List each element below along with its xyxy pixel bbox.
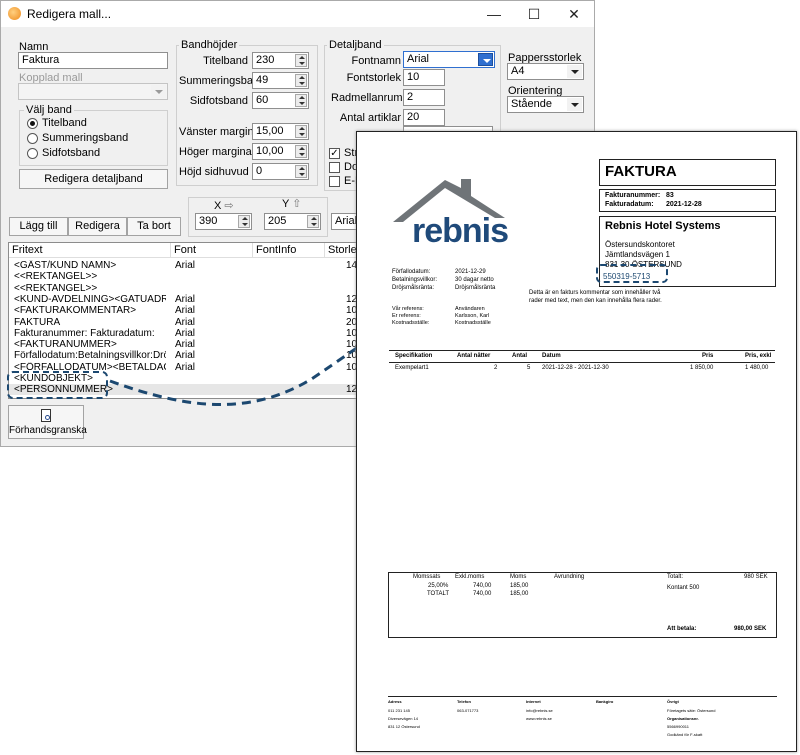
- th-antal-natter: Antal nätter: [457, 353, 491, 359]
- footer-ovrigt-3: 5566990011: [667, 724, 689, 729]
- td-antal-natter: 2: [494, 365, 498, 371]
- td-datum: 2021-12-28 - 2021-12-30: [542, 365, 609, 371]
- invoice-date-label: Fakturadatum:: [605, 201, 654, 208]
- footer-adress-2: Diversevägen 14: [388, 716, 419, 721]
- th-pris: Pris: [702, 353, 714, 359]
- footer-ovrigt-1: Företagets säte: Östersund: [667, 708, 716, 713]
- th-pris-exkl: Pris, exkl: [745, 353, 772, 359]
- sum-header-moms: Moms: [510, 574, 527, 580]
- footer-adress-1: 011 231 145: [388, 708, 410, 713]
- footer-internet-1: info@rebnis.se: [526, 708, 553, 713]
- terms-value-forfallodatum: 2021-12-29: [455, 269, 486, 275]
- sum-row1-exkl: 740,00: [473, 583, 492, 589]
- address-line-1: Östersundskontoret: [605, 240, 675, 249]
- terms-label-forfallodatum: Förfallodatum:: [392, 269, 431, 275]
- total-label: Totalt:: [667, 574, 684, 580]
- highlight-personnummer-preview: [596, 264, 668, 283]
- terms-labels: Förfallodatum: Betalningsvillkor: Dröjsm…: [392, 268, 437, 292]
- sum-header-momssats: Momssats: [413, 574, 441, 580]
- sum-header-avrundning: Avrundning: [554, 574, 585, 580]
- footer-ovrigt-2: Organisationsnr.: [667, 716, 699, 721]
- terms-values: 2021-12-29 30 dagar netto Dröjsmålsränta: [455, 268, 495, 292]
- footer-header-ovrigt: Övrigt: [667, 699, 679, 704]
- th-specifikation: Specifikation: [395, 353, 433, 359]
- footer-ovrigt-4: Godkänd för F-skatt: [667, 732, 703, 737]
- logo-text: rebnis: [412, 212, 509, 250]
- td-pris: 1 850,00: [690, 365, 714, 371]
- terms-value-drojsmalsranta: Dröjsmålsränta: [455, 285, 496, 291]
- ref-value-var: Användaren: [455, 306, 485, 312]
- footer-telefon-1: 063-071773: [457, 708, 479, 713]
- table-header-line: [389, 362, 775, 363]
- address-line-2: Jämtlandsvägen 1: [605, 250, 670, 259]
- ref-label-kostnadsstalle: Kostnadsställe:: [392, 320, 430, 326]
- invoice-preview: rebnis FAKTURA Fakturanummer: 83 Faktura…: [356, 131, 797, 752]
- table-top-line: [389, 350, 775, 351]
- footer-header-telefon: Telefon: [457, 699, 471, 704]
- invoice-comment: Detta är en fakturs kommentar som innehå…: [529, 289, 662, 305]
- comment-line-1: Detta är en fakturs kommentar som innehå…: [529, 290, 661, 296]
- summary-band: [388, 572, 777, 638]
- sum-row1-moms: 185,00: [510, 583, 529, 589]
- footer-header-bankgiro: Bankgiro: [596, 699, 614, 704]
- sum-row2-label: TOTALT: [427, 591, 450, 597]
- invoice-title: FAKTURA: [605, 163, 677, 180]
- ref-values: Användaren Karlsson, Karl Kostnadsställe: [455, 306, 491, 327]
- td-pris-exkl: 1 480,00: [745, 365, 769, 371]
- sum-header-exklmoms: Exkl.moms: [455, 574, 485, 580]
- th-datum: Datum: [542, 353, 561, 359]
- invoice-date-value: 2021-12-28: [666, 201, 702, 208]
- sum-row2-exkl: 740,00: [473, 591, 492, 597]
- terms-label-betalningsvillkor: Betalningsvillkor:: [392, 277, 438, 283]
- sum-row1-rate: 25,00%: [428, 583, 449, 589]
- footer-adress-3: 831 12 Östersund: [388, 724, 420, 729]
- ref-value-kostnadsstalle: Kostnadsställe: [455, 320, 491, 326]
- footer-internet-2: www.rebnis.se: [526, 716, 552, 721]
- company-name: Rebnis Hotel Systems: [605, 220, 721, 232]
- footer-header-internet: Internet: [526, 699, 541, 704]
- comment-line-2: rader med text, men den kan innehålla fl…: [529, 298, 662, 304]
- pay-value: 980,00 SEK: [734, 626, 767, 632]
- ref-labels: Vår referens: Er referens: Kostnadsställ…: [392, 306, 429, 327]
- td-specifikation: Exempelart1: [395, 365, 429, 371]
- sum-row2-moms: 185,00: [510, 591, 529, 597]
- terms-value-betalningsvillkor: 30 dagar netto: [455, 277, 494, 283]
- th-antal: Antal: [512, 353, 527, 359]
- td-antal: 5: [527, 365, 531, 371]
- footer-header-adress: Adress: [388, 699, 402, 704]
- invoice-number-label: Fakturanummer:: [605, 192, 661, 199]
- pay-label: Att betala:: [667, 626, 697, 632]
- invoice-number-value: 83: [666, 192, 674, 199]
- footer-line: [388, 696, 777, 697]
- kontant: Kontant 500: [667, 585, 700, 591]
- ref-label-er: Er referens:: [392, 313, 421, 319]
- terms-label-drojsmalsranta: Dröjsmålsränta:: [392, 285, 435, 291]
- ref-value-er: Karlsson, Karl: [455, 313, 490, 319]
- total-value: 980 SEK: [744, 574, 768, 580]
- ref-label-var: Vår referens:: [392, 306, 424, 312]
